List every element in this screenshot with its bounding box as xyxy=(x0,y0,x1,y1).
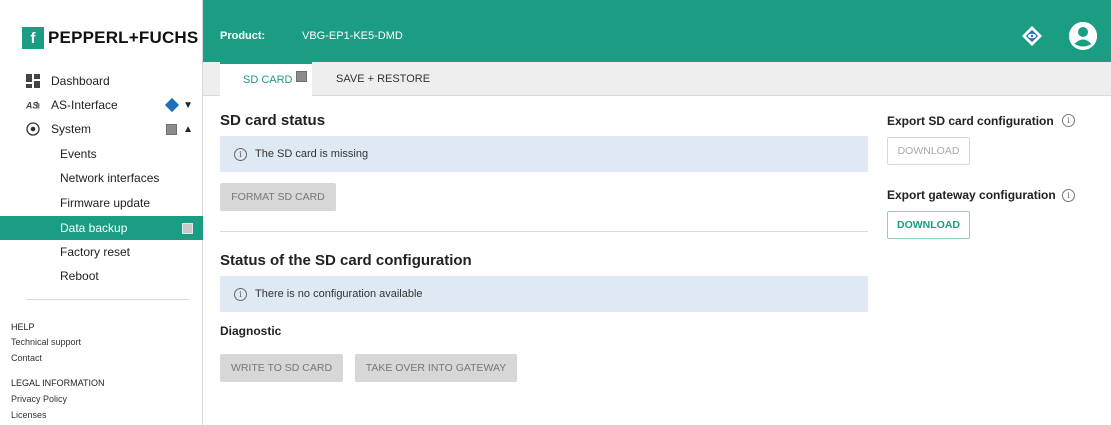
status-square-icon xyxy=(166,123,178,135)
sidebar-item-label: Factory reset xyxy=(60,245,131,259)
contact-link[interactable]: Contact xyxy=(11,353,42,363)
privacy-policy-link[interactable]: Privacy Policy xyxy=(11,394,67,404)
sidebar-item-label: Events xyxy=(60,147,97,161)
sidebar-item-label: Network interfaces xyxy=(60,171,160,185)
chevron-down-icon[interactable]: ▼ xyxy=(183,100,193,111)
take-over-into-gateway-button[interactable]: TAKE OVER INTO GATEWAY xyxy=(355,354,517,382)
sidebar-item-label: Firmware update xyxy=(60,196,151,210)
sidebar-item-network-interfaces[interactable]: Network interfaces xyxy=(0,166,203,190)
config-status-title: Status of the SD card configuration xyxy=(220,252,472,269)
config-status-info-box: i There is no configuration available xyxy=(220,276,868,312)
sidebar-item-label: System xyxy=(51,122,92,136)
sidebar-item-system[interactable]: System ▲ xyxy=(0,117,203,141)
export-sd-title: Export SD card configuration xyxy=(887,114,1054,128)
top-header: Product: VBG-EP1-KE5-DMD xyxy=(203,0,1111,62)
sidebar-item-reboot[interactable]: Reboot xyxy=(0,264,203,288)
radio-circle-icon xyxy=(26,122,40,136)
sidebar-item-dashboard[interactable]: Dashboard xyxy=(0,69,203,93)
status-diamond-icon xyxy=(165,97,180,113)
info-icon[interactable]: i xyxy=(1062,189,1075,202)
sidebar-item-label: Dashboard xyxy=(51,74,110,88)
sidebar-item-events[interactable]: Events xyxy=(0,142,203,166)
tab-bar: SD CARD SAVE + RESTORE xyxy=(203,62,1111,96)
tab-sd-card[interactable]: SD CARD xyxy=(220,62,312,96)
info-icon: i xyxy=(234,147,247,161)
status-square-icon xyxy=(182,222,193,234)
sidebar-item-label: AS-Interface xyxy=(51,98,118,112)
export-sd-download-button[interactable]: DOWNLOAD xyxy=(887,137,970,165)
user-avatar-icon[interactable] xyxy=(1069,22,1097,50)
product-value: VBG-EP1-KE5-DMD xyxy=(302,30,403,42)
status-square-icon xyxy=(295,70,307,82)
export-gateway-title: Export gateway configuration xyxy=(887,188,1056,202)
write-to-sd-card-button[interactable]: WRITE TO SD CARD xyxy=(220,354,343,382)
tab-label: SD CARD xyxy=(243,74,293,86)
info-icon: i xyxy=(234,287,247,301)
info-icon[interactable]: i xyxy=(1062,114,1075,127)
sd-status-title: SD card status xyxy=(220,112,326,129)
tab-save-restore[interactable]: SAVE + RESTORE xyxy=(336,62,430,96)
licenses-link[interactable]: Licenses xyxy=(11,410,47,420)
sidebar-item-label: Reboot xyxy=(60,269,99,283)
sidebar-item-firmware-update[interactable]: Firmware update xyxy=(0,191,203,215)
chevron-up-icon[interactable]: ▲ xyxy=(183,124,193,135)
company-logo: f PEPPERL+FUCHS xyxy=(22,26,198,50)
export-gateway-download-button[interactable]: DOWNLOAD xyxy=(887,211,970,239)
logo-text: PEPPERL+FUCHS xyxy=(48,28,199,47)
logo-mark: f xyxy=(22,27,44,49)
diagnostic-title: Diagnostic xyxy=(220,324,282,338)
sidebar: f PEPPERL+FUCHS Dashboard AS AS-Interfac… xyxy=(0,0,203,425)
sd-status-info-box: i The SD card is missing xyxy=(220,136,868,172)
sidebar-item-as-interface[interactable]: AS AS-Interface ▼ xyxy=(0,93,203,117)
tab-label: SAVE + RESTORE xyxy=(336,73,431,85)
config-status-message: There is no configuration available xyxy=(255,288,423,300)
format-sd-card-button[interactable]: FORMAT SD CARD xyxy=(220,183,336,211)
sidebar-item-label: Data backup xyxy=(60,221,128,235)
sidebar-divider xyxy=(26,299,189,300)
dashboard-icon xyxy=(26,74,40,88)
sidebar-item-factory-reset[interactable]: Factory reset xyxy=(0,240,203,264)
svg-text:AS: AS xyxy=(26,101,38,111)
technical-support-link[interactable]: Technical support xyxy=(11,337,81,347)
product-label: Product: xyxy=(220,30,266,42)
sd-status-message: The SD card is missing xyxy=(255,148,369,160)
as-interface-icon: AS xyxy=(26,98,40,112)
legal-heading: LEGAL INFORMATION xyxy=(11,378,105,388)
help-heading: HELP xyxy=(11,322,35,332)
sidebar-item-data-backup[interactable]: Data backup xyxy=(0,216,203,240)
section-divider xyxy=(220,231,868,232)
device-status-diamond-icon[interactable] xyxy=(1021,25,1043,47)
